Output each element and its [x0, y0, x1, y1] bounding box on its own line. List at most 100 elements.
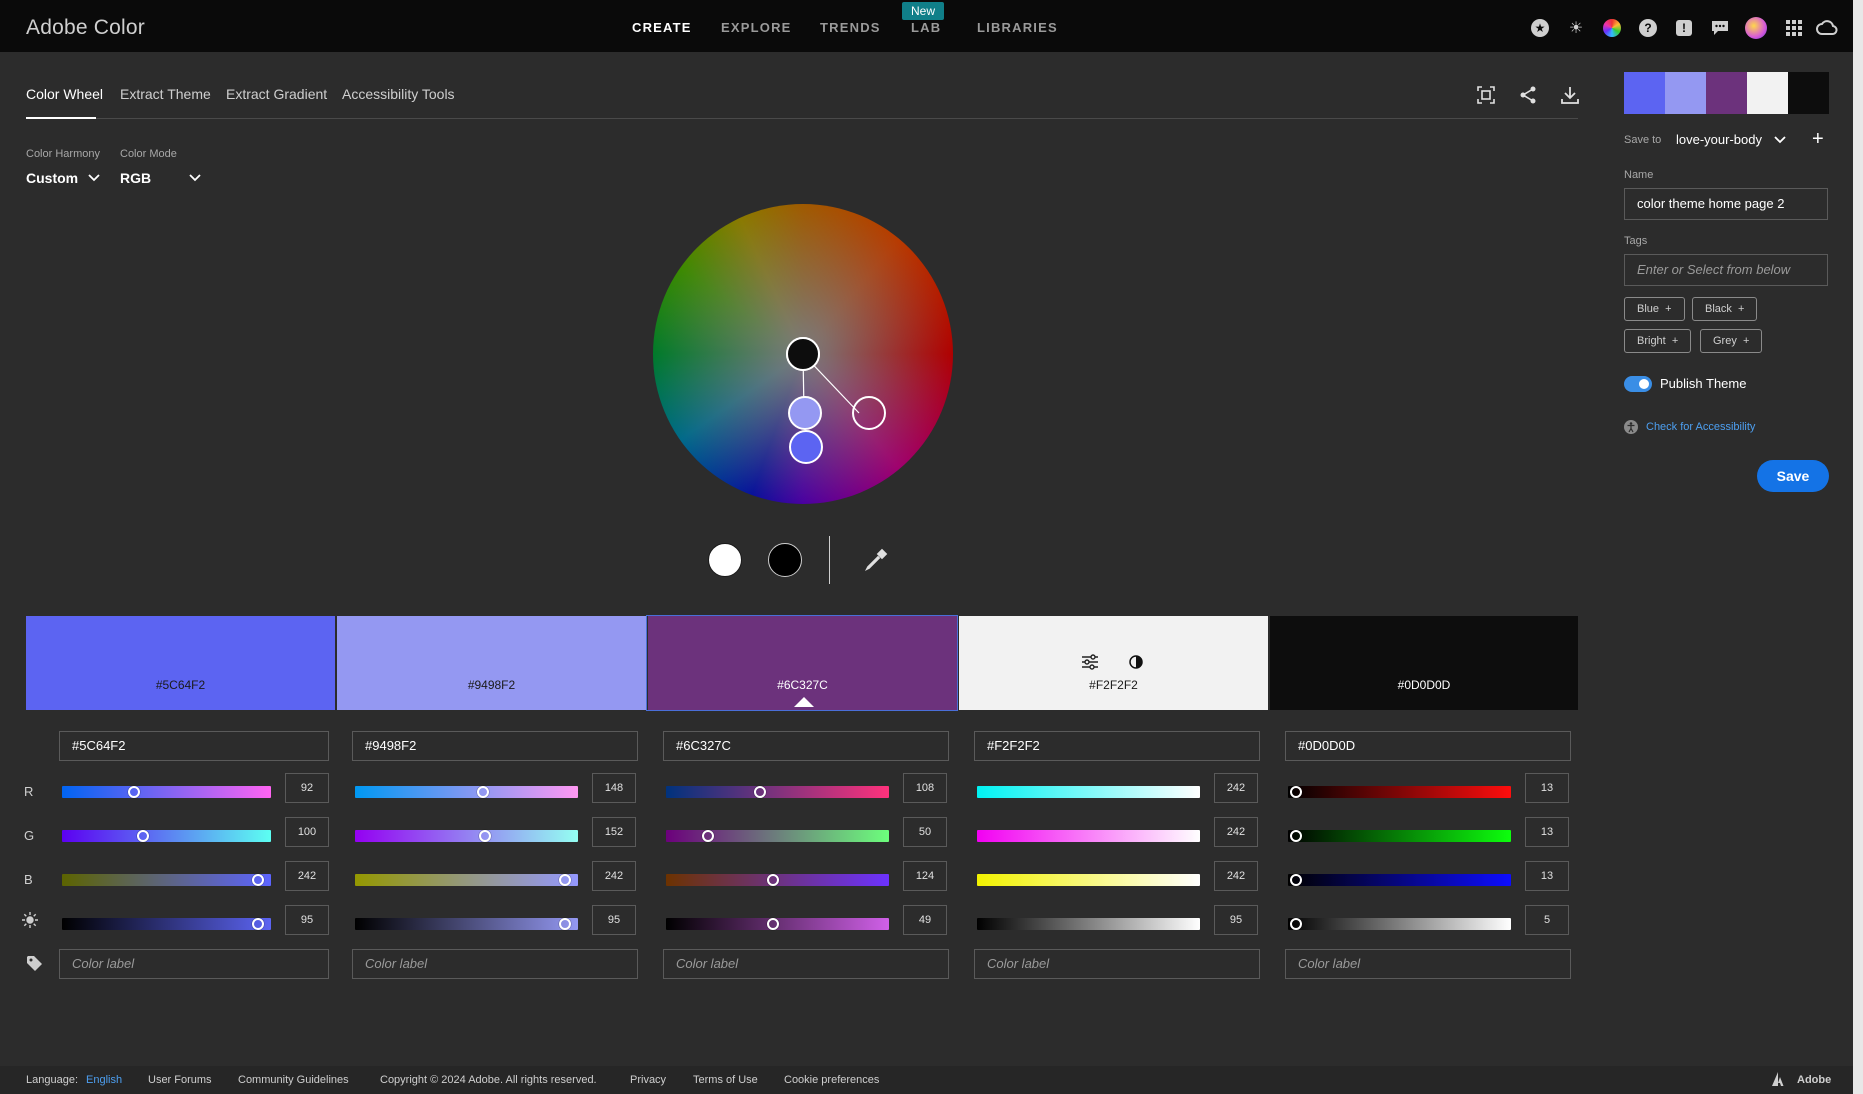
hex-input-4[interactable]: #F2F2F2 — [974, 731, 1260, 761]
privacy-link[interactable]: Privacy — [630, 1074, 666, 1086]
slider-knob[interactable] — [252, 874, 264, 886]
r-value-5[interactable]: 13 — [1525, 773, 1569, 803]
slider-knob[interactable] — [559, 874, 571, 886]
brightness-slider-4[interactable] — [977, 918, 1200, 930]
star-icon[interactable]: ★ — [1529, 17, 1551, 39]
tag-chip-grey[interactable]: Grey + — [1700, 329, 1763, 353]
brightness-slider-2[interactable] — [355, 918, 578, 930]
b-value-1[interactable]: 242 — [285, 861, 329, 891]
publish-toggle[interactable] — [1624, 376, 1652, 392]
r-slider-4[interactable] — [977, 786, 1200, 798]
r-value-1[interactable]: 92 — [285, 773, 329, 803]
brightness-value-1[interactable]: 95 — [285, 905, 329, 935]
app-logo[interactable]: Adobe Color — [26, 16, 145, 40]
hex-input-2[interactable]: #9498F2 — [352, 731, 638, 761]
nav-trends[interactable]: TRENDS — [820, 20, 881, 35]
g-value-1[interactable]: 100 — [285, 817, 329, 847]
slider-knob[interactable] — [477, 786, 489, 798]
nav-create[interactable]: CREATE — [632, 20, 692, 35]
g-value-2[interactable]: 152 — [592, 817, 636, 847]
creative-cloud-icon[interactable] — [1816, 17, 1838, 39]
hex-input-3[interactable]: #6C327C — [663, 731, 949, 761]
eyedropper-icon[interactable] — [864, 548, 888, 577]
tab-color-wheel[interactable]: Color Wheel — [26, 86, 103, 102]
brightness-slider-5[interactable] — [1288, 918, 1511, 930]
r-value-2[interactable]: 148 — [592, 773, 636, 803]
brightness-slider-3[interactable] — [666, 918, 889, 930]
community-guidelines-link[interactable]: Community Guidelines — [238, 1074, 349, 1086]
slider-knob[interactable] — [559, 918, 571, 930]
nav-lab[interactable]: LAB — [911, 20, 941, 35]
tab-extract-theme[interactable]: Extract Theme — [120, 86, 211, 102]
r-value-3[interactable]: 108 — [903, 773, 947, 803]
b-slider-3[interactable] — [666, 874, 889, 886]
g-slider-1[interactable] — [62, 830, 271, 842]
brightness-value-2[interactable]: 95 — [592, 905, 636, 935]
color-label-input-2[interactable]: Color label — [352, 949, 638, 979]
slider-knob[interactable] — [479, 830, 491, 842]
slider-knob[interactable] — [252, 918, 264, 930]
add-library-button[interactable]: + — [1812, 128, 1824, 151]
color-wheel[interactable] — [653, 204, 953, 504]
theme-swatch-4[interactable]: #F2F2F2 — [959, 616, 1268, 710]
theme-swatch-5[interactable]: #0D0D0D — [1270, 616, 1578, 710]
help-icon[interactable]: ? — [1637, 17, 1659, 39]
apps-grid-icon[interactable] — [1783, 17, 1805, 39]
slider-knob[interactable] — [128, 786, 140, 798]
r-slider-3[interactable] — [666, 786, 889, 798]
slider-knob[interactable] — [1290, 830, 1302, 842]
brightness-value-4[interactable]: 95 — [1214, 905, 1258, 935]
r-slider-5[interactable] — [1288, 786, 1511, 798]
theme-swatch-2[interactable]: #9498F2 — [337, 616, 646, 710]
language-selector[interactable]: English — [86, 1074, 122, 1086]
b-value-4[interactable]: 242 — [1214, 861, 1258, 891]
slider-knob[interactable] — [1290, 874, 1302, 886]
tag-chip-bright[interactable]: Bright + — [1624, 329, 1692, 353]
slider-knob[interactable] — [767, 918, 779, 930]
check-accessibility-link[interactable]: Check for Accessibility — [1646, 421, 1755, 433]
g-slider-2[interactable] — [355, 830, 578, 842]
b-value-5[interactable]: 13 — [1525, 861, 1569, 891]
theme-swatch-1[interactable]: #5C64F2 — [26, 616, 335, 710]
tag-chip-blue[interactable]: Blue + — [1624, 297, 1685, 321]
adjust-sliders-icon[interactable] — [1081, 654, 1099, 673]
share-icon[interactable] — [1517, 84, 1539, 106]
download-icon[interactable] — [1559, 84, 1581, 106]
library-dropdown[interactable]: love-your-body — [1676, 132, 1786, 147]
nav-explore[interactable]: EXPLORE — [721, 20, 792, 35]
tags-input[interactable]: Enter or Select from below — [1624, 254, 1828, 286]
b-value-3[interactable]: 124 — [903, 861, 947, 891]
color-mode-dropdown[interactable]: RGB — [120, 170, 201, 186]
brightness-value-3[interactable]: 49 — [903, 905, 947, 935]
terms-link[interactable]: Terms of Use — [693, 1074, 758, 1086]
slider-knob[interactable] — [767, 874, 779, 886]
color-label-input-1[interactable]: Color label — [59, 949, 329, 979]
tag-chip-black[interactable]: Black + — [1692, 297, 1758, 321]
contrast-icon[interactable] — [1129, 655, 1143, 672]
r-slider-2[interactable] — [355, 786, 578, 798]
white-swatch-button[interactable] — [708, 543, 742, 577]
color-label-input-4[interactable]: Color label — [974, 949, 1260, 979]
b-slider-5[interactable] — [1288, 874, 1511, 886]
color-harmony-dropdown[interactable]: Custom — [26, 170, 100, 186]
avatar[interactable] — [1745, 17, 1767, 39]
theme-swatch-3[interactable]: #6C327C — [648, 616, 957, 710]
slider-knob[interactable] — [702, 830, 714, 842]
g-value-3[interactable]: 50 — [903, 817, 947, 847]
b-slider-2[interactable] — [355, 874, 578, 886]
b-slider-1[interactable] — [62, 874, 271, 886]
color-wheel-icon[interactable] — [1601, 17, 1623, 39]
tab-accessibility-tools[interactable]: Accessibility Tools — [342, 86, 455, 102]
slider-knob[interactable] — [1290, 786, 1302, 798]
color-label-input-3[interactable]: Color label — [663, 949, 949, 979]
b-slider-4[interactable] — [977, 874, 1200, 886]
r-slider-1[interactable] — [62, 786, 271, 798]
g-slider-5[interactable] — [1288, 830, 1511, 842]
black-swatch-button[interactable] — [768, 543, 802, 577]
chat-icon[interactable] — [1709, 17, 1731, 39]
cookie-preferences-link[interactable]: Cookie preferences — [784, 1074, 879, 1086]
brightness-slider-1[interactable] — [62, 918, 271, 930]
fullscreen-icon[interactable] — [1475, 84, 1497, 106]
g-value-4[interactable]: 242 — [1214, 817, 1258, 847]
brightness-icon[interactable]: ☀ — [1565, 17, 1587, 39]
